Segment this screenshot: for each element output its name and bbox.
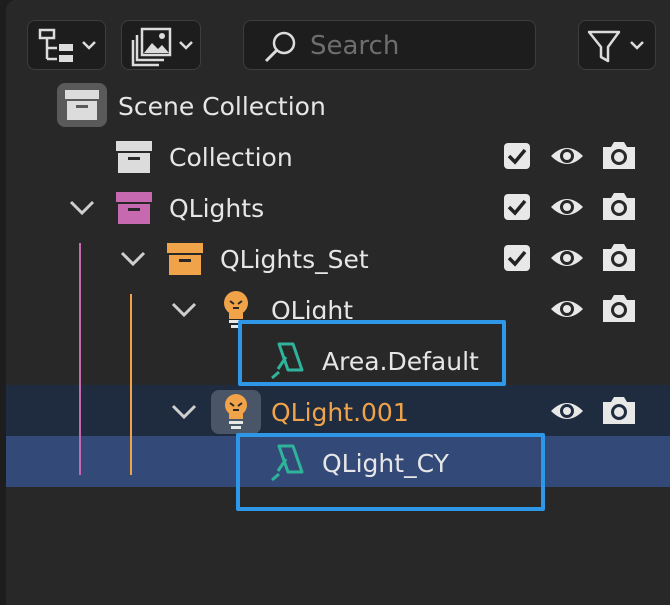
eye-icon[interactable] — [549, 193, 585, 221]
tree-row-label: Collection — [169, 143, 293, 172]
highlight-box-area-default — [238, 320, 506, 386]
tree-row-label: QLights_Set — [220, 245, 369, 274]
funnel-icon — [587, 30, 644, 63]
collection-box-icon — [167, 243, 203, 275]
scene-collection-label: Scene Collection — [118, 92, 326, 121]
hierarchy-line-qlights-set — [130, 294, 132, 475]
filter-button[interactable] — [578, 20, 656, 70]
exclude-checkbox[interactable] — [504, 143, 530, 169]
collection-box-icon — [116, 192, 152, 224]
camera-icon[interactable] — [600, 139, 638, 171]
eye-icon[interactable] — [549, 244, 585, 272]
search-icon — [264, 31, 296, 63]
light-bulb-icon — [211, 390, 261, 434]
eye-icon[interactable] — [549, 142, 585, 170]
image-stack-icon — [131, 27, 193, 67]
eye-icon[interactable] — [549, 295, 585, 323]
camera-icon[interactable] — [600, 190, 638, 222]
chevron-down-icon[interactable] — [68, 198, 96, 218]
scene-collection-icon — [57, 83, 107, 127]
hierarchy-line-qlights — [79, 243, 81, 475]
search-placeholder: Search — [310, 31, 400, 61]
tree-row-label: QLight.001 — [271, 398, 409, 427]
eye-icon[interactable] — [549, 397, 585, 425]
view-layer-button[interactable] — [121, 20, 201, 70]
chevron-down-icon[interactable] — [170, 300, 198, 320]
collection-box-icon — [116, 141, 152, 173]
camera-icon[interactable] — [600, 394, 638, 426]
tree-row-label: QLights — [169, 194, 265, 223]
camera-icon[interactable] — [600, 241, 638, 273]
search-input[interactable]: Search — [243, 20, 536, 70]
camera-icon[interactable] — [600, 292, 638, 324]
exclude-checkbox[interactable] — [504, 245, 530, 271]
highlight-box-qlight-cy — [236, 433, 545, 511]
outliner-tree-icon — [38, 28, 96, 62]
exclude-checkbox[interactable] — [504, 194, 530, 220]
chevron-down-icon[interactable] — [170, 402, 198, 422]
display-mode-button[interactable] — [27, 20, 106, 70]
chevron-down-icon[interactable] — [119, 249, 147, 269]
